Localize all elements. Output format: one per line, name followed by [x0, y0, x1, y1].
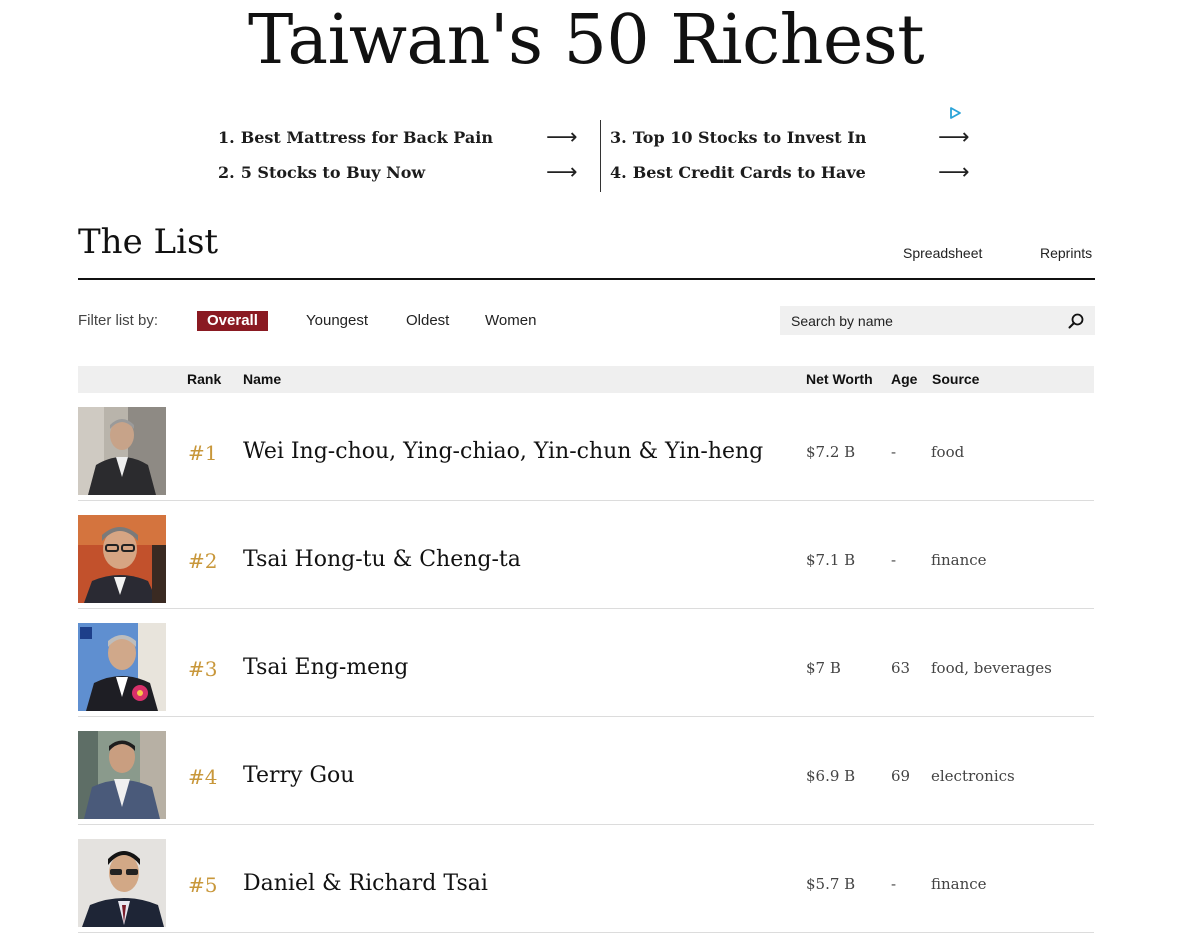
- person-photo: [78, 515, 166, 603]
- net-worth: $5.7 B: [806, 875, 856, 893]
- ad-link-1[interactable]: 1. Best Mattress for Back Pain: [218, 125, 493, 151]
- ad-link-label: Top 10 Stocks to Invest In: [632, 128, 867, 147]
- age: -: [891, 443, 897, 461]
- ad-link-2[interactable]: 2. 5 Stocks to Buy Now: [218, 160, 425, 186]
- net-worth: $7.2 B: [806, 443, 856, 461]
- net-worth: $7.1 B: [806, 551, 856, 569]
- arrow-right-icon[interactable]: ⟶: [546, 160, 578, 186]
- table-row[interactable]: #2 Tsai Hong-tu & Cheng-ta $7.1 B - fina…: [78, 501, 1094, 609]
- filter-label: Filter list by:: [78, 312, 159, 329]
- age: 69: [891, 767, 911, 785]
- arrow-right-icon[interactable]: ⟶: [938, 125, 970, 151]
- ad-link-number: 4.: [610, 163, 627, 182]
- person-name[interactable]: Wei Ing-chou, Ying-chiao, Yin-chun & Yin…: [243, 437, 763, 467]
- rank: #5: [188, 873, 218, 897]
- person-name[interactable]: Terry Gou: [243, 761, 354, 791]
- net-worth: $6.9 B: [806, 767, 856, 785]
- table-header: Rank Name Net Worth Age Source: [78, 366, 1094, 393]
- search-input[interactable]: [780, 306, 1060, 335]
- page-title: Taiwan's 50 Richest: [247, 1, 925, 80]
- source: finance: [931, 875, 987, 893]
- arrow-right-icon[interactable]: ⟶: [938, 160, 970, 186]
- ad-link-label: Best Credit Cards to Have: [632, 163, 866, 182]
- column-header-rank[interactable]: Rank: [187, 366, 221, 393]
- filter-oldest[interactable]: Oldest: [406, 311, 449, 331]
- person-photo: [78, 623, 166, 711]
- ad-link-4[interactable]: 4. Best Credit Cards to Have: [610, 160, 866, 186]
- reprints-link[interactable]: Reprints: [1040, 244, 1092, 262]
- ad-link-label: 5 Stocks to Buy Now: [240, 163, 426, 182]
- ad-link-number: 1.: [218, 128, 235, 147]
- column-header-name[interactable]: Name: [243, 366, 281, 393]
- person-photo: [78, 407, 166, 495]
- column-header-age[interactable]: Age: [891, 366, 917, 393]
- person-name[interactable]: Tsai Hong-tu & Cheng-ta: [243, 545, 521, 575]
- table-row[interactable]: #4 Terry Gou $6.9 B 69 electronics: [78, 717, 1094, 825]
- spreadsheet-link[interactable]: Spreadsheet: [903, 244, 982, 262]
- rank: #1: [188, 441, 218, 465]
- source: finance: [931, 551, 987, 569]
- sponsored-links: 1. Best Mattress for Back Pain ⟶ 2. 5 Stoc…: [208, 106, 970, 198]
- person-photo: [78, 839, 166, 927]
- age: 63: [891, 659, 911, 677]
- age: -: [891, 551, 897, 569]
- ad-link-3[interactable]: 3. Top 10 Stocks to Invest In: [610, 125, 866, 151]
- ad-link-number: 3.: [610, 128, 627, 147]
- source: food: [931, 443, 965, 461]
- filter-youngest[interactable]: Youngest: [306, 311, 368, 331]
- ad-link-label: Best Mattress for Back Pain: [240, 128, 493, 147]
- search-icon[interactable]: [1067, 312, 1085, 330]
- net-worth: $7 B: [806, 659, 841, 677]
- age: -: [891, 875, 897, 893]
- person-name[interactable]: Tsai Eng-meng: [243, 653, 408, 683]
- person-name[interactable]: Daniel & Richard Tsai: [243, 869, 488, 899]
- column-header-source[interactable]: Source: [932, 366, 979, 393]
- table-row[interactable]: #3 Tsai Eng-meng $7 B 63 food, beverages: [78, 609, 1094, 717]
- source: electronics: [931, 767, 1015, 785]
- source: food, beverages: [931, 659, 1052, 677]
- filter-overall[interactable]: Overall: [197, 311, 268, 331]
- rank: #3: [188, 657, 218, 681]
- rank: #4: [188, 765, 218, 789]
- table-row[interactable]: #5 Daniel & Richard Tsai $5.7 B - financ…: [78, 825, 1094, 933]
- rank: #2: [188, 549, 218, 573]
- filter-women[interactable]: Women: [485, 311, 536, 331]
- section-title: The List: [78, 222, 219, 262]
- search-box: [780, 306, 1095, 335]
- column-header-net-worth[interactable]: Net Worth: [806, 366, 873, 393]
- section-divider: [78, 278, 1095, 280]
- person-photo: [78, 731, 166, 819]
- arrow-right-icon[interactable]: ⟶: [546, 125, 578, 151]
- ad-divider: [600, 120, 601, 192]
- ad-choices-icon[interactable]: [948, 106, 962, 120]
- ad-link-number: 2.: [218, 163, 235, 182]
- table-row[interactable]: #1 Wei Ing-chou, Ying-chiao, Yin-chun & …: [78, 393, 1094, 501]
